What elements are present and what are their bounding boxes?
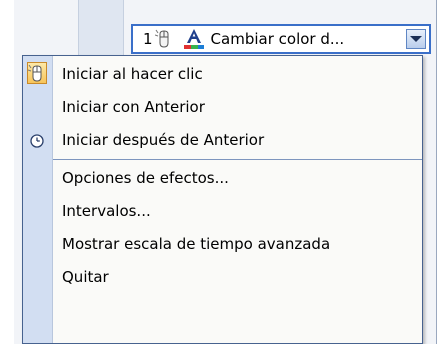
clock-icon — [30, 134, 44, 148]
mouse-icon — [154, 29, 169, 48]
menu-item-iniciar-despues-de-anterior[interactable]: Iniciar después de Anterior — [23, 124, 422, 157]
menu-item-intervalos[interactable]: Intervalos... — [23, 195, 422, 228]
menu-item-quitar[interactable]: Quitar — [23, 261, 422, 294]
window-right-edge — [436, 0, 442, 344]
menu-item-label: Iniciar después de Anterior — [62, 131, 265, 149]
menu-item-label: Iniciar al hacer clic — [62, 65, 203, 83]
menu-item-label: Quitar — [62, 268, 109, 286]
window-left-edge — [0, 0, 15, 344]
menu-item-label: Iniciar con Anterior — [62, 98, 205, 116]
context-menu: Iniciar al hacer clic Iniciar con Anteri… — [22, 55, 423, 344]
menu-item-iniciar-con-anterior[interactable]: Iniciar con Anterior — [23, 91, 422, 124]
animation-index: 1 — [143, 30, 153, 48]
chevron-down-icon — [410, 36, 422, 42]
font-color-icon — [183, 29, 204, 49]
animation-label: Cambiar color d... — [210, 30, 345, 48]
menu-separator — [53, 159, 422, 160]
menu-item-iniciar-al-hacer-clic[interactable]: Iniciar al hacer clic — [23, 58, 422, 91]
menu-item-opciones-de-efectos[interactable]: Opciones de efectos... — [23, 162, 422, 195]
menu-item-mostrar-escala-de-tiempo[interactable]: Mostrar escala de tiempo avanzada — [23, 228, 422, 261]
menu-item-label: Opciones de efectos... — [62, 169, 229, 187]
menu-item-label: Mostrar escala de tiempo avanzada — [62, 235, 331, 253]
menu-item-label: Intervalos... — [62, 202, 151, 220]
animation-dropdown-button[interactable] — [406, 29, 426, 49]
mouse-icon — [27, 62, 47, 84]
animation-list-item[interactable]: 1 Cambiar color d... — [131, 24, 431, 54]
